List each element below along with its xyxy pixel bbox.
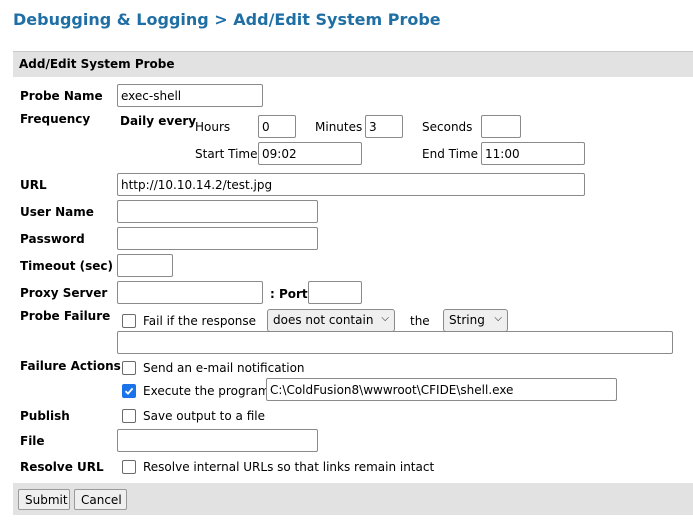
fail-response-label: Fail if the response	[143, 314, 257, 328]
minutes-input[interactable]	[365, 115, 403, 138]
email-notification-checkbox[interactable]	[122, 361, 136, 375]
timeout-label: Timeout (sec)	[20, 259, 114, 273]
chevron-down-icon: ⌵	[494, 313, 502, 324]
save-output-label: Save output to a file	[143, 409, 265, 423]
frequency-mode-text: Daily every	[120, 114, 197, 128]
failure-actions-label: Failure Actions	[20, 359, 121, 373]
save-output-checkbox[interactable]	[122, 409, 136, 423]
url-label: URL	[20, 178, 47, 192]
proxy-server-input[interactable]	[117, 281, 263, 304]
seconds-label: Seconds	[422, 120, 473, 134]
seconds-input[interactable]	[481, 115, 521, 138]
publish-label: Publish	[20, 409, 70, 423]
end-time-input[interactable]	[481, 142, 585, 165]
proxy-server-label: Proxy Server	[20, 286, 108, 300]
probe-name-input[interactable]	[117, 84, 263, 107]
timeout-input[interactable]	[117, 254, 173, 277]
minutes-label: Minutes	[315, 120, 363, 134]
password-input[interactable]	[117, 227, 318, 250]
url-input[interactable]	[117, 173, 585, 196]
resolve-url-checkbox[interactable]	[122, 460, 136, 474]
port-label: : Port	[270, 287, 308, 301]
cancel-button[interactable]: Cancel	[74, 489, 127, 510]
checkmark-icon	[124, 387, 134, 395]
end-time-label: End Time	[422, 147, 478, 161]
probe-name-label: Probe Name	[20, 89, 103, 103]
condition-select-value: does not contain	[273, 313, 374, 327]
failure-string-input[interactable]	[117, 331, 673, 354]
section-title: Add/Edit System Probe	[19, 57, 175, 71]
submit-button[interactable]: Submit	[18, 489, 70, 510]
page-title: Debugging & Logging > Add/Edit System Pr…	[13, 10, 441, 29]
port-input[interactable]	[308, 281, 362, 304]
probe-failure-label: Probe Failure	[20, 309, 111, 323]
hours-input[interactable]	[258, 115, 296, 138]
program-path-input[interactable]	[266, 378, 617, 401]
execute-program-label: Execute the program	[143, 384, 270, 398]
chevron-down-icon: ⌵	[381, 313, 389, 324]
user-name-label: User Name	[20, 205, 94, 219]
execute-program-checkbox[interactable]	[122, 384, 136, 398]
type-select[interactable]: String ⌵	[443, 309, 508, 332]
user-name-input[interactable]	[117, 200, 318, 223]
file-input[interactable]	[117, 429, 318, 452]
fail-response-checkbox[interactable]	[122, 314, 136, 328]
password-label: Password	[20, 232, 85, 246]
email-notification-label: Send an e-mail notification	[143, 361, 305, 375]
resolve-url-option-label: Resolve internal URLs so that links rema…	[143, 460, 435, 474]
type-select-value: String	[449, 313, 485, 327]
start-time-label: Start Time	[195, 147, 258, 161]
start-time-input[interactable]	[258, 142, 362, 165]
condition-select[interactable]: does not contain ⌵	[267, 309, 395, 332]
resolve-url-label: Resolve URL	[20, 460, 104, 474]
file-label: File	[20, 434, 45, 448]
the-label: the	[410, 314, 430, 328]
frequency-label: Frequency	[20, 112, 91, 126]
hours-label: Hours	[195, 120, 231, 134]
